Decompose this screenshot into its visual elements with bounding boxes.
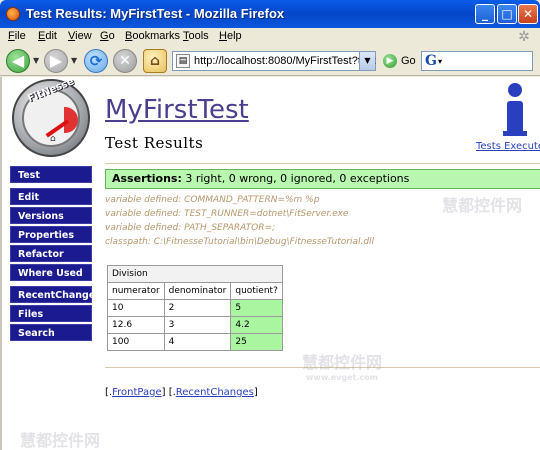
denominator-cell: 2: [163, 299, 232, 317]
window-titlebar: Test Results: MyFirstTest - Mozilla Fire…: [0, 0, 540, 28]
fixture-header-row: numerator denominator quotient?: [107, 282, 283, 300]
column-header: denominator: [163, 282, 232, 300]
divider: [105, 163, 540, 164]
menu-help[interactable]: Help: [219, 30, 242, 42]
nav-search-button[interactable]: Search: [10, 324, 92, 341]
menu-file[interactable]: File: [8, 30, 26, 42]
menu-view[interactable]: View: [68, 30, 92, 42]
info-base: [503, 131, 527, 136]
fitnesse-logo[interactable]: ⌂ FitNesse: [12, 77, 90, 157]
forward-arrow-icon[interactable]: ▶: [44, 49, 68, 73]
nav-refactor-button[interactable]: Refactor: [10, 245, 92, 262]
navigation-toolbar: ◀ ▼ ▶ ▼ ⟳ ✕ ⌂ ▤ http://localhost:8080/My…: [0, 46, 540, 76]
go-button[interactable]: Go: [401, 55, 416, 67]
menu-bookmarks[interactable]: Bookmarks: [125, 30, 180, 42]
nav-where-used-button[interactable]: Where Used: [10, 264, 92, 281]
fixture-name-row: Division: [107, 265, 283, 283]
nav-properties-button[interactable]: Properties: [10, 226, 92, 243]
recent-changes-link[interactable]: RecentChanges: [176, 387, 254, 398]
maximize-button[interactable]: □: [497, 4, 517, 24]
address-bar[interactable]: ▤ http://localhost:8080/MyFirstTest?test…: [172, 51, 376, 71]
assertions-counts: 3 right, 0 wrong, 0 ignored, 0 exception…: [185, 172, 410, 185]
numerator-cell: 100: [107, 333, 165, 351]
address-input[interactable]: http://localhost:8080/MyFirstTest?test: [194, 55, 376, 67]
search-engine-dropdown-icon[interactable]: ▾: [438, 57, 442, 66]
info-icon: [503, 83, 527, 136]
firefox-icon: [6, 7, 20, 21]
page-viewport: ⌂ FitNesse Test Edit Versions Properties…: [0, 77, 540, 450]
denominator-cell: 4: [163, 333, 232, 351]
nav-test-button[interactable]: Test: [10, 166, 92, 183]
watermark: 慧都控件网www.evget.com: [302, 353, 383, 382]
menu-go[interactable]: Go: [100, 30, 115, 42]
nav-versions-button[interactable]: Versions: [10, 207, 92, 224]
subtitle-text: Test Results: [105, 134, 204, 152]
fixture-name: Division: [107, 265, 283, 283]
quotient-cell-pass: 25: [230, 333, 283, 351]
numerator-cell: 10: [107, 299, 165, 317]
fixture-table: Division numerator denominator quotient?…: [107, 265, 283, 351]
gauge-house-icon: ⌂: [50, 134, 56, 144]
address-dropdown-icon[interactable]: ▼: [359, 52, 375, 70]
assertions-text: Assertions: 3 right, 0 wrong, 0 ignored,…: [112, 172, 409, 185]
column-header: quotient?: [230, 282, 283, 300]
quotient-cell-pass: 5: [230, 299, 283, 317]
forward-dropdown-icon[interactable]: ▼: [71, 56, 77, 65]
sidebar: ⌂ FitNesse Test Edit Versions Properties…: [2, 77, 101, 450]
nav-recent-changes-button[interactable]: RecentChanges: [10, 286, 101, 303]
classpath-line: classpath: C:\FitnesseTutorial\bin\Debug…: [105, 237, 375, 247]
window-title: Test Results: MyFirstTest - Mozilla Fire…: [26, 6, 285, 21]
info-dot: [508, 83, 522, 97]
watermark: 慧都控件网: [442, 196, 523, 215]
go-icon[interactable]: ▶: [383, 54, 397, 68]
reload-icon[interactable]: ⟳: [84, 49, 108, 73]
variable-line: variable defined: COMMAND_PATTERN=%m %p: [105, 195, 320, 205]
footer-links: [.FrontPage] [.RecentChanges]: [105, 387, 258, 398]
nav-edit-button[interactable]: Edit: [10, 188, 92, 205]
quotient-cell-pass: 4.2: [230, 316, 283, 334]
assertions-label: Assertions:: [112, 172, 182, 185]
close-button[interactable]: ✕: [518, 4, 538, 24]
main-content: MyFirstTest Test Results Tests Executed …: [105, 77, 540, 450]
numerator-cell: 12.6: [107, 316, 165, 334]
denominator-cell: 3: [163, 316, 232, 334]
back-dropdown-icon[interactable]: ▼: [33, 56, 39, 65]
google-icon[interactable]: G: [425, 53, 437, 69]
menu-edit[interactable]: Edit: [38, 30, 57, 42]
table-row: 100 4 25: [107, 333, 283, 351]
watermark: 慧都控件网www.evget.com: [20, 431, 101, 450]
throbber-icon: ✲: [518, 29, 530, 45]
variable-line: variable defined: PATH_SEPARATOR=;: [105, 223, 276, 233]
column-header: numerator: [107, 282, 165, 300]
tests-executed-link[interactable]: Tests Executed: [476, 141, 540, 152]
page-subtitle: Test Results: [105, 134, 203, 152]
table-row: 12.6 3 4.2: [107, 316, 283, 334]
menu-tools[interactable]: Tools: [183, 30, 209, 42]
nav-files-button[interactable]: Files: [10, 305, 92, 322]
stop-icon[interactable]: ✕: [113, 49, 137, 73]
search-bar[interactable]: G ▾: [421, 51, 533, 71]
assertions-summary: Assertions: 3 right, 0 wrong, 0 ignored,…: [105, 169, 540, 189]
minimize-button[interactable]: _: [475, 4, 495, 24]
back-arrow-icon[interactable]: ◀: [6, 49, 30, 73]
page-icon: ▤: [176, 54, 190, 68]
info-bar: [507, 101, 523, 135]
table-row: 10 2 5: [107, 299, 283, 317]
variable-line: variable defined: TEST_RUNNER=dotnet\Fit…: [105, 209, 349, 219]
home-icon[interactable]: ⌂: [143, 49, 167, 73]
page-title[interactable]: MyFirstTest: [105, 95, 249, 125]
menu-bar: File Edit View Go Bookmarks Tools Help: [0, 28, 540, 46]
front-page-link[interactable]: FrontPage: [112, 387, 162, 398]
